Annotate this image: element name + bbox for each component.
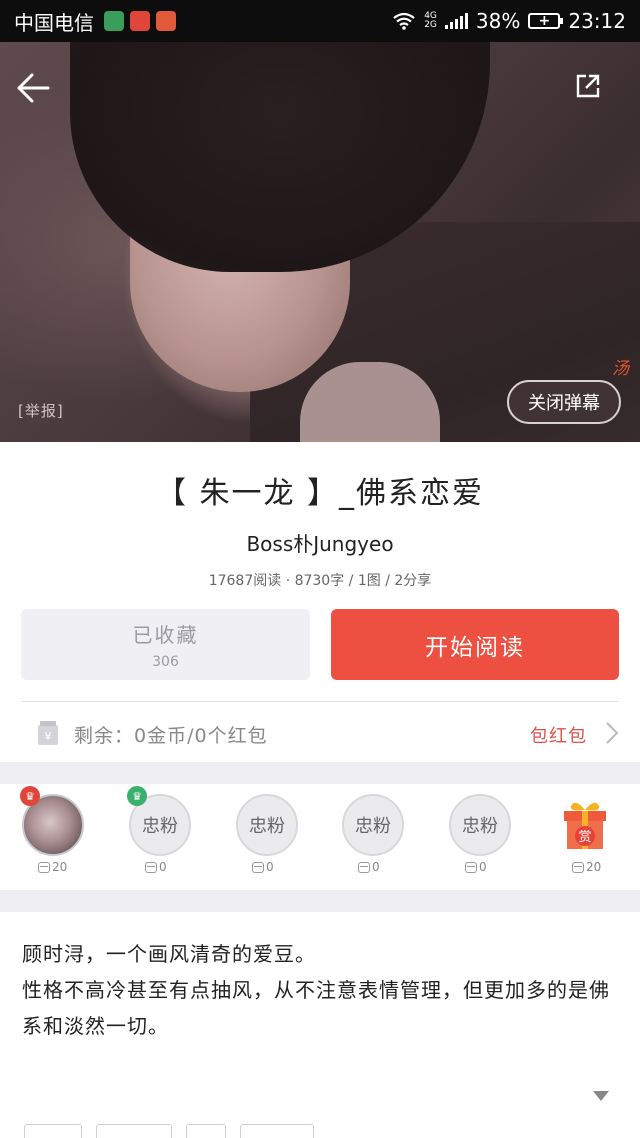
fan-item[interactable]: 忠粉 0: [236, 794, 298, 884]
fan-item[interactable]: 忠粉 0: [449, 794, 511, 884]
crown-badge-icon: ♛: [127, 786, 147, 806]
fan-item[interactable]: 忠粉 ♛ 0: [127, 786, 191, 884]
work-description: 顾时浔，一个画风清奇的爱豆。 性格不高冷甚至有点抽风，从不注意表情管理，但更加多…: [22, 936, 622, 1044]
network-type: 4G 2G: [424, 11, 437, 30]
app-notification-icon: [130, 11, 150, 31]
chevron-right-icon[interactable]: [604, 720, 620, 746]
crown-badge-icon: ♛: [20, 786, 40, 806]
signal-bars-icon: [444, 13, 468, 29]
tag-list: [24, 1124, 314, 1138]
tag-chip[interactable]: [240, 1124, 314, 1138]
work-title: 【 朱一龙 】_佛系恋爱: [155, 476, 485, 511]
favorite-count: 306: [152, 654, 179, 670]
favorite-button[interactable]: 已收藏 306: [21, 609, 310, 680]
coin-icon: [465, 861, 477, 873]
coin-icon: [572, 861, 584, 873]
fan-coins: 0: [145, 860, 167, 874]
fan-placeholder: 忠粉: [449, 794, 511, 856]
section-divider: [0, 890, 640, 912]
app-notification-icon: [156, 11, 176, 31]
description-line: 性格不高冷甚至有点抽风，从不注意表情管理，但更加多的是佛系和淡然一切。: [22, 978, 610, 1038]
coin-icon: [38, 861, 50, 873]
report-link[interactable]: [举报]: [18, 400, 64, 421]
fan-coins: 0: [465, 860, 487, 874]
battery-icon: +: [528, 13, 564, 29]
cover-image: [举报] 汤 关闭弹幕: [0, 42, 640, 442]
back-arrow-icon[interactable]: [14, 68, 54, 108]
fan-coins: 0: [358, 860, 380, 874]
coin-icon: [252, 861, 264, 873]
tag-chip[interactable]: [186, 1124, 226, 1138]
favorite-label: 已收藏: [132, 623, 199, 647]
reward-gift-icon[interactable]: 赏: [561, 798, 609, 852]
coin-icon: [145, 861, 157, 873]
fan-item[interactable]: ♛ 20: [20, 786, 84, 884]
status-bar: 中国电信 4G 2G 38% + 23:12: [0, 0, 640, 42]
fan-placeholder: 忠粉: [342, 794, 404, 856]
red-packet-remaining: 剩余：0金币/0个红包: [74, 725, 268, 747]
app-notification-icon: [104, 11, 124, 31]
start-reading-button[interactable]: 开始阅读: [331, 609, 619, 680]
coin-icon: [358, 861, 370, 873]
reward-coins: 20: [572, 860, 601, 874]
battery-percent: 38%: [475, 9, 521, 33]
wifi-icon: [393, 12, 415, 30]
close-danmu-button[interactable]: 关闭弹幕: [507, 380, 621, 424]
send-red-packet-link[interactable]: 包红包: [530, 722, 587, 748]
section-divider: [0, 762, 640, 784]
work-stats: 17687阅读 · 8730字 / 1图 / 2分享: [208, 573, 432, 589]
fans-row: ♛ 20 忠粉 ♛ 0 忠粉 0 忠粉 0 忠粉 0: [0, 784, 640, 890]
clock: 23:12: [568, 9, 626, 33]
author-name[interactable]: Boss朴Jungyeo: [0, 528, 640, 557]
expand-triangle-icon[interactable]: [592, 1090, 610, 1102]
description-line: 顾时浔，一个画风清奇的爱豆。: [22, 942, 316, 966]
fan-coins: 0: [252, 860, 274, 874]
svg-text:赏: 赏: [578, 830, 591, 845]
tag-chip[interactable]: [24, 1124, 82, 1138]
tag-chip[interactable]: [96, 1124, 172, 1138]
share-icon[interactable]: [574, 72, 602, 100]
fan-item[interactable]: 忠粉 0: [342, 794, 404, 884]
danmu-text: 汤: [612, 359, 629, 379]
red-packet-row: ¥ 剩余：0金币/0个红包 包红包: [0, 702, 640, 762]
coin-jar-icon: ¥: [38, 721, 58, 745]
carrier-name: 中国电信: [14, 10, 94, 35]
fan-placeholder: 忠粉: [236, 794, 298, 856]
fan-coins: 20: [38, 860, 67, 874]
svg-text:¥: ¥: [45, 730, 52, 743]
